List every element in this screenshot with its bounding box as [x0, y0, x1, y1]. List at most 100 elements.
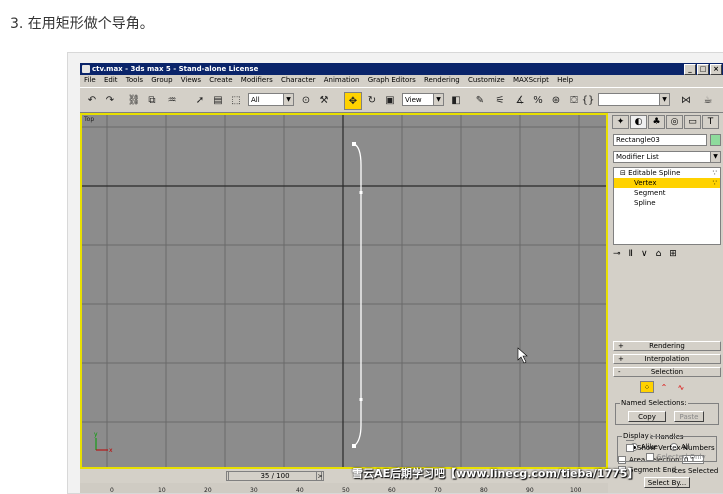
select-and-scale-icon[interactable]: ▣	[382, 92, 398, 108]
menu-file[interactable]: File	[84, 76, 96, 84]
selection-rollout[interactable]: - Selection	[613, 367, 721, 377]
select-and-manipulate-tool-icon[interactable]: ⚒	[316, 92, 332, 108]
maximize-button[interactable]: □	[697, 64, 709, 75]
menu-help[interactable]: Help	[557, 76, 573, 84]
selected-only-checkbox[interactable]: Selected Only	[646, 453, 706, 461]
selection-filter-dropdown[interactable]: All ▼	[248, 93, 294, 106]
chevron-down-icon: ▼	[433, 94, 443, 105]
stack-item-label: Editable Spline	[628, 169, 681, 177]
manipulate-icon[interactable]: ✎	[472, 92, 488, 108]
interpolation-rollout[interactable]: + Interpolation	[613, 354, 721, 364]
ruler-tick: 80	[480, 487, 488, 493]
unlink-icon[interactable]: ⧉	[144, 92, 160, 108]
display-group: Display Show Vertex Numbers Selected Onl…	[617, 432, 717, 462]
select-and-manipulate-icon[interactable]: ⊙	[298, 92, 314, 108]
snap-toggle-icon[interactable]: ⚟	[492, 92, 508, 108]
undo-icon[interactable]: ↶	[84, 92, 100, 108]
select-object-icon[interactable]: ➚	[192, 92, 208, 108]
stack-item-editable-spline[interactable]: ⊟ Editable Spline ∵	[614, 168, 720, 178]
stack-item-label: Spline	[634, 199, 656, 207]
pin-stack-icon[interactable]: ⊸	[613, 249, 621, 263]
object-color-swatch[interactable]	[710, 134, 721, 146]
select-and-rotate-icon[interactable]: ↻	[364, 92, 380, 108]
close-button[interactable]: ×	[710, 64, 722, 75]
collapse-icon: ⊟	[620, 169, 626, 177]
modify-tab-icon[interactable]: ◐	[630, 115, 647, 129]
rendering-rollout[interactable]: + Rendering	[613, 341, 721, 351]
select-and-move-icon[interactable]: ✥	[344, 92, 362, 110]
menu-graph-editors[interactable]: Graph Editors	[368, 76, 416, 84]
make-unique-icon[interactable]: ∨	[641, 249, 648, 263]
reference-coordinate-dropdown[interactable]: View ▼	[402, 93, 444, 106]
menu-create[interactable]: Create	[209, 76, 232, 84]
named-selections-label: Named Selections:	[620, 399, 688, 407]
teapot-render-icon[interactable]: ☕	[700, 92, 716, 108]
menu-character[interactable]: Character	[281, 76, 316, 84]
percent-snap-icon[interactable]: %	[530, 92, 546, 108]
ruler-tick: 0	[110, 487, 114, 493]
next-frame-icon[interactable]: >	[316, 471, 324, 481]
configure-sets-icon[interactable]: ⊞	[669, 249, 677, 263]
named-selection-dropdown[interactable]: ▼	[598, 93, 670, 106]
select-by-button[interactable]: Select By...	[644, 477, 690, 488]
spline-level-icon[interactable]: ∿	[674, 381, 688, 393]
copy-button[interactable]: Copy	[628, 411, 666, 422]
window-title: ctv.max - 3ds max 5 - Stand-alone Licens…	[92, 65, 259, 73]
ruler-tick: 10	[158, 487, 166, 493]
svg-text:x: x	[109, 447, 113, 454]
rollout-title: Interpolation	[644, 355, 690, 363]
app-window: ctv.max - 3ds max 5 - Stand-alone Licens…	[80, 63, 723, 493]
modifier-list-dropdown[interactable]: Modifier List ▼	[613, 151, 721, 163]
viewport-label[interactable]: Top	[84, 116, 94, 123]
menu-animation[interactable]: Animation	[324, 76, 360, 84]
pivot-point-icon[interactable]: ◧	[448, 92, 464, 108]
stack-item-label: Segment	[634, 189, 666, 197]
stack-toolbar: ⊸ Ⅱ ∨ ⌂ ⊞	[613, 249, 721, 263]
angle-snap-icon[interactable]: ∡	[512, 92, 528, 108]
paste-button[interactable]: Paste	[674, 411, 704, 422]
ruler-tick: 20	[204, 487, 212, 493]
motion-tab-icon[interactable]: ◎	[666, 115, 683, 129]
viewport-grid: y x	[82, 115, 606, 467]
create-tab-icon[interactable]: ✦	[612, 115, 629, 129]
redo-icon[interactable]: ↷	[102, 92, 118, 108]
stack-item-label: Vertex	[634, 179, 657, 187]
modifier-list-label: Modifier List	[616, 153, 659, 161]
menu-bar: File Edit Tools Group Views Create Modif…	[80, 75, 723, 86]
stack-item-spline[interactable]: Spline	[614, 198, 720, 208]
segment-level-icon[interactable]: ⌃	[657, 381, 671, 393]
edit-named-selections-icon[interactable]: {}	[580, 92, 596, 108]
menu-tools[interactable]: Tools	[126, 76, 143, 84]
axis-tripod: y x	[94, 431, 113, 454]
select-by-name-icon[interactable]: ▤	[210, 92, 226, 108]
menu-customize[interactable]: Customize	[468, 76, 505, 84]
mirror-icon[interactable]: ⋈	[678, 92, 694, 108]
show-vertex-numbers-checkbox[interactable]: Show Vertex Numbers	[626, 444, 715, 452]
remove-modifier-icon[interactable]: ⌂	[656, 249, 662, 263]
bind-space-warp-icon[interactable]: ♒	[164, 92, 180, 108]
minimize-button[interactable]: _	[684, 64, 696, 75]
hierarchy-tab-icon[interactable]: ♣	[648, 115, 665, 129]
spinner-snap-icon[interactable]: ⊛	[548, 92, 564, 108]
show-end-result-icon[interactable]: Ⅱ	[629, 249, 633, 263]
menu-modifiers[interactable]: Modifiers	[241, 76, 273, 84]
selection-filter-value: All	[251, 96, 260, 104]
command-panel-tabs: ✦ ◐ ♣ ◎ ▭ T	[612, 115, 720, 129]
link-icon[interactable]: ⛓	[126, 92, 142, 108]
display-tab-icon[interactable]: ▭	[684, 115, 701, 129]
stack-item-vertex[interactable]: Vertex ∵	[614, 178, 720, 188]
menu-maxscript[interactable]: MAXScript	[513, 76, 549, 84]
object-name-field[interactable]: Rectangle03	[613, 134, 707, 146]
menu-group[interactable]: Group	[151, 76, 172, 84]
modifier-stack: ⊟ Editable Spline ∵ Vertex ∵ Segment Spl…	[613, 167, 721, 245]
stack-item-segment[interactable]: Segment	[614, 188, 720, 198]
menu-edit[interactable]: Edit	[104, 76, 118, 84]
menu-views[interactable]: Views	[181, 76, 201, 84]
selection-region-icon[interactable]: ⬚	[228, 92, 244, 108]
utilities-tab-icon[interactable]: T	[702, 115, 719, 129]
time-slider[interactable]: 35 / 100	[228, 471, 322, 481]
menu-rendering[interactable]: Rendering	[424, 76, 460, 84]
vertices-selected-status: ices Selected	[672, 467, 719, 475]
top-viewport[interactable]: y x Top	[80, 113, 608, 469]
vertex-level-icon[interactable]: ⁘	[640, 381, 654, 393]
